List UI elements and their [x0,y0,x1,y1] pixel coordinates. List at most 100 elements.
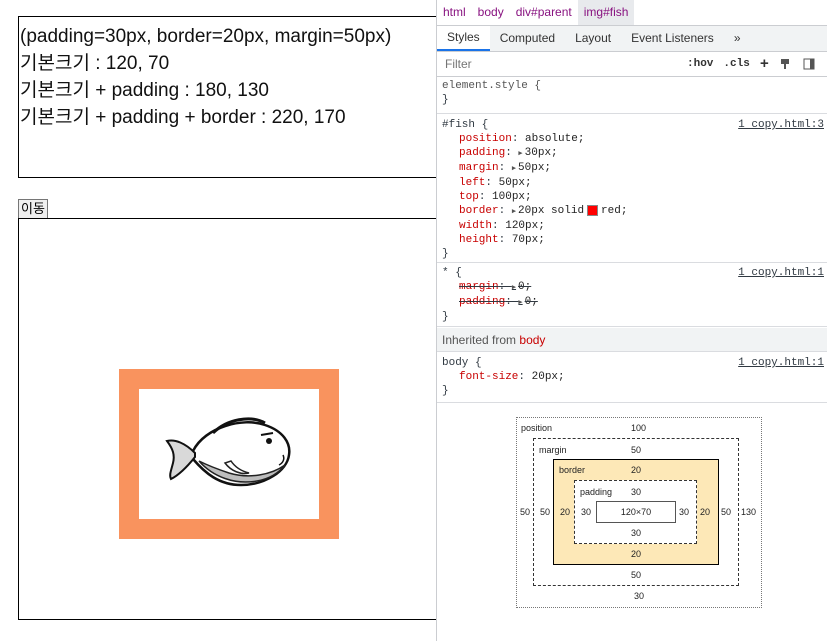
prop-value: 0; [518,281,532,293]
element-style-rule[interactable]: element.style { } [437,79,827,114]
decl-row[interactable]: border: ▶ 20px solid red; [437,204,827,219]
bm-margin-left: 50 [540,507,551,517]
prop-name: width [459,220,493,232]
decl-row[interactable]: margin: ▶ 50px; [437,161,827,176]
bm-margin-top: 50 [631,445,642,455]
selector-text: * { [442,267,462,279]
rule-selector: * { 1 copy.html:1 [437,266,827,280]
decl-row[interactable]: font-size: 20px; [437,370,827,384]
bm-padding-left: 30 [581,507,592,517]
hov-toggle[interactable]: :hov [687,58,713,70]
prop-value: 20px; [531,371,565,383]
prop-value: 100px; [492,191,532,203]
decl-row[interactable]: padding: ▶ 0; [437,295,827,310]
sidebar-toggle-icon[interactable] [803,58,815,70]
selector-text: body { [442,357,482,369]
source-link[interactable]: 1 copy.html:3 [738,118,824,132]
bm-position-top: 100 [631,423,647,433]
bm-padding-right: 30 [679,507,690,517]
bm-padding-top: 30 [631,487,642,497]
breadcrumb: html body div#parent img#fish [437,0,827,26]
source-link[interactable]: 1 copy.html:1 [738,356,824,370]
bm-border-bottom: 20 [631,549,642,559]
bm-padding-bottom: 30 [631,528,642,538]
rule-selector: element.style { [442,80,542,92]
prop-value: 20px solid [518,205,585,217]
universal-rule[interactable]: * { 1 copy.html:1 margin: ▶ 0; padding: ▶ 0… [437,265,827,327]
bm-position-label: position [521,423,553,433]
bm-padding-label: padding [580,487,613,497]
devtools-tabs: Styles Computed Layout Event Listeners » [437,26,827,52]
bm-margin-label: margin [539,445,567,455]
more-tabs-icon[interactable]: » [724,26,751,51]
new-rule-button[interactable]: + [760,56,769,73]
prop-name: font-size [459,371,519,383]
bm-margin-bottom: 50 [631,570,642,580]
color-swatch[interactable] [587,204,599,216]
decl-row[interactable]: margin: ▶ 0; [437,280,827,295]
expand-triangle-icon[interactable]: ▶ [512,208,516,216]
cls-toggle[interactable]: .cls [723,58,749,70]
crumb-html[interactable]: html [437,0,472,25]
bm-content-box[interactable]: 120×70 [596,501,676,523]
bm-margin-right: 50 [721,507,732,517]
bm-position-left: 50 [520,507,531,517]
prop-value: 70px; [511,234,545,246]
info-line: 기본크기 + padding : 180, 130 [20,80,269,101]
expand-triangle-icon[interactable]: ▶ [512,165,516,173]
prop-name: margin [459,162,499,174]
prop-name: padding [459,147,506,159]
bm-border-right: 20 [700,507,711,517]
prop-name: height [459,234,499,246]
prop-value: 50px; [518,162,552,174]
prop-name: margin [459,281,499,293]
prop-value-color: red; [601,205,628,217]
tab-styles[interactable]: Styles [437,26,490,51]
prop-name: padding [459,296,506,308]
filter-row: :hov .cls + [437,52,827,77]
bm-position-right: 130 [741,507,757,517]
prop-name: left [459,177,486,189]
bm-border-label: border [559,465,586,475]
info-line: (padding=30px, border=20px, margin=50px) [20,26,392,47]
bm-border-left: 20 [560,507,571,517]
crumb-body[interactable]: body [472,0,510,25]
inherited-header: Inherited from body [437,328,827,352]
rule-close: } [442,248,449,260]
inherited-tag[interactable]: body [519,333,545,347]
tab-event-listeners[interactable]: Event Listeners [621,26,724,51]
prop-value: absolute; [525,133,585,145]
info-line: 기본크기 : 120, 70 [20,53,170,74]
expand-triangle-icon[interactable]: ▶ [518,150,522,158]
filter-input[interactable] [443,53,677,75]
rule-close: } [442,311,449,323]
move-button[interactable]: 이동 [18,199,48,218]
info-line: 기본크기 + padding + border : 220, 170 [20,107,346,128]
expand-triangle-icon[interactable]: ▶ [518,299,522,307]
rule-selector: body { 1 copy.html:1 [437,356,827,370]
source-link[interactable]: 1 copy.html:1 [738,266,824,280]
prop-value: 120px; [505,220,545,232]
tab-computed[interactable]: Computed [490,26,565,51]
prop-name: position [459,133,512,145]
paint-icon[interactable] [779,58,791,70]
expand-triangle-icon[interactable]: ▶ [512,284,516,292]
rule-selector: #fish { 1 copy.html:3 [437,118,827,132]
decl-row[interactable]: height: 70px; [437,233,827,247]
info-box: (padding=30px, border=20px, margin=50px)… [18,16,458,178]
crumb-div-parent[interactable]: div#parent [510,0,578,25]
decl-row[interactable]: padding: ▶ 30px; [437,146,827,161]
fish-rule[interactable]: #fish { 1 copy.html:3 position: absolute;… [437,117,827,263]
decl-row[interactable]: position: absolute; [437,132,827,146]
crumb-img-fish[interactable]: img#fish [577,0,635,25]
bm-border-top: 20 [631,465,642,475]
decl-row[interactable]: top: 100px; [437,190,827,204]
decl-row[interactable]: left: 50px; [437,176,827,190]
selector-text: #fish { [442,119,489,131]
prop-value: 0; [524,296,538,308]
tab-layout[interactable]: Layout [565,26,621,51]
decl-row[interactable]: width: 120px; [437,219,827,233]
prop-value: 50px; [498,177,532,189]
fish-image[interactable] [165,413,293,493]
body-rule[interactable]: body {1 copy.html:1 font-size: 20px; } [437,355,827,403]
